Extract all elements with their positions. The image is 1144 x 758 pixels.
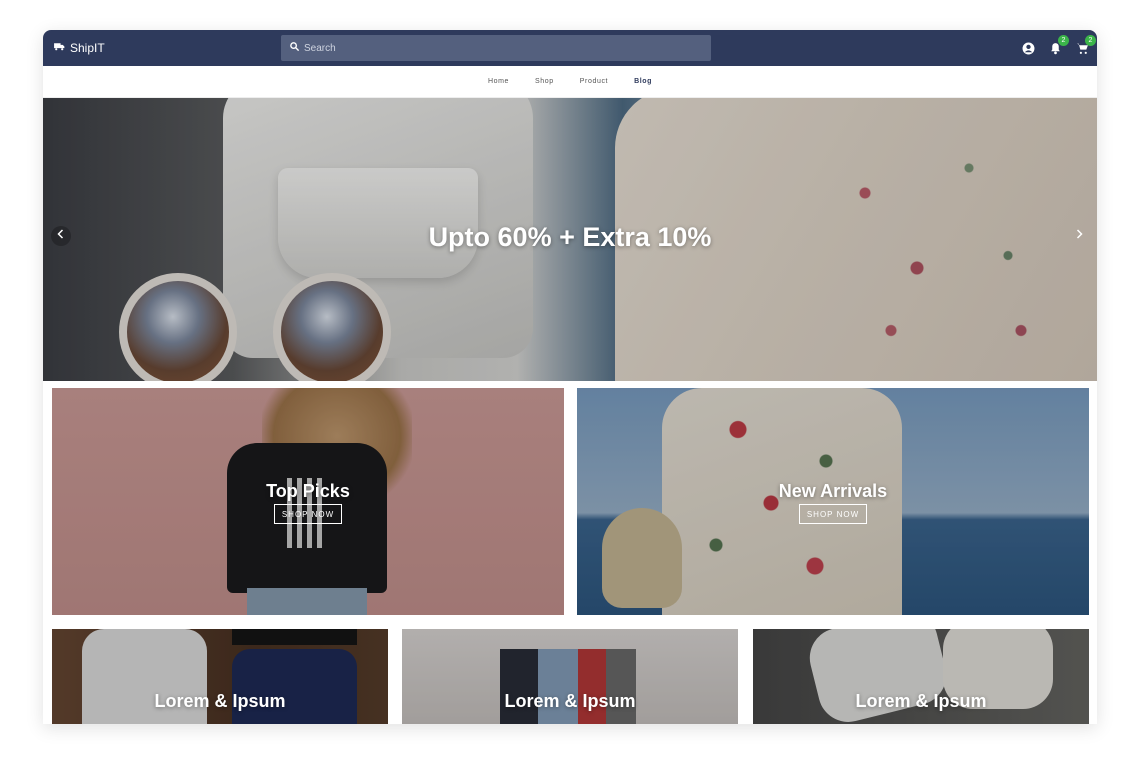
browser-frame: ShipIT 2 2 (43, 30, 1097, 724)
header-actions: 2 2 (1022, 30, 1096, 66)
hero-headline: Upto 60% + Extra 10% (428, 222, 712, 252)
promo-card-new-arrivals[interactable]: New Arrivals SHOP NOW (577, 388, 1089, 615)
main-nav: Home Shop Product Blog (43, 66, 1097, 98)
cart-badge: 2 (1085, 34, 1096, 46)
category-card-sneakers[interactable]: Lorem & Ipsum (753, 629, 1089, 724)
search-input[interactable] (304, 42, 684, 54)
category-card-tshirts[interactable]: Lorem & Ipsum (52, 629, 388, 724)
carousel-prev-button[interactable] (51, 226, 71, 246)
brand-name: ShipIT (70, 41, 105, 55)
search-icon (289, 39, 300, 57)
chevron-right-icon (1073, 227, 1085, 245)
shop-now-button[interactable]: SHOP NOW (799, 504, 867, 524)
account-icon (1022, 42, 1035, 55)
carousel-next-button[interactable] (1069, 226, 1089, 246)
promo-title: New Arrivals (778, 481, 888, 501)
category-title: Lorem & Ipsum (855, 691, 987, 711)
nav-item-product[interactable]: Product (580, 78, 608, 85)
account-button[interactable] (1022, 42, 1035, 55)
promo-card-top-picks[interactable]: Top Picks SHOP NOW (52, 388, 564, 615)
nav-item-shop[interactable]: Shop (535, 78, 554, 85)
shop-now-button[interactable]: SHOP NOW (274, 504, 342, 524)
nav-item-blog[interactable]: Blog (634, 78, 652, 85)
notification-badge: 2 (1058, 34, 1069, 46)
top-header: ShipIT 2 2 (43, 30, 1097, 66)
cart-button[interactable]: 2 (1076, 34, 1096, 55)
hero-carousel: Upto 60% + Extra 10% (43, 98, 1097, 381)
truck-icon (53, 40, 66, 56)
brand-logo[interactable]: ShipIT (53, 30, 105, 66)
category-title: Lorem & Ipsum (504, 691, 636, 711)
category-card-clothes[interactable]: Lorem & Ipsum (402, 629, 738, 724)
notifications-button[interactable]: 2 (1049, 34, 1069, 55)
search-bar[interactable] (281, 35, 711, 61)
nav-item-home[interactable]: Home (488, 78, 509, 85)
chevron-left-icon (55, 227, 67, 245)
promo-title: Top Picks (266, 481, 350, 501)
category-title: Lorem & Ipsum (154, 691, 286, 711)
